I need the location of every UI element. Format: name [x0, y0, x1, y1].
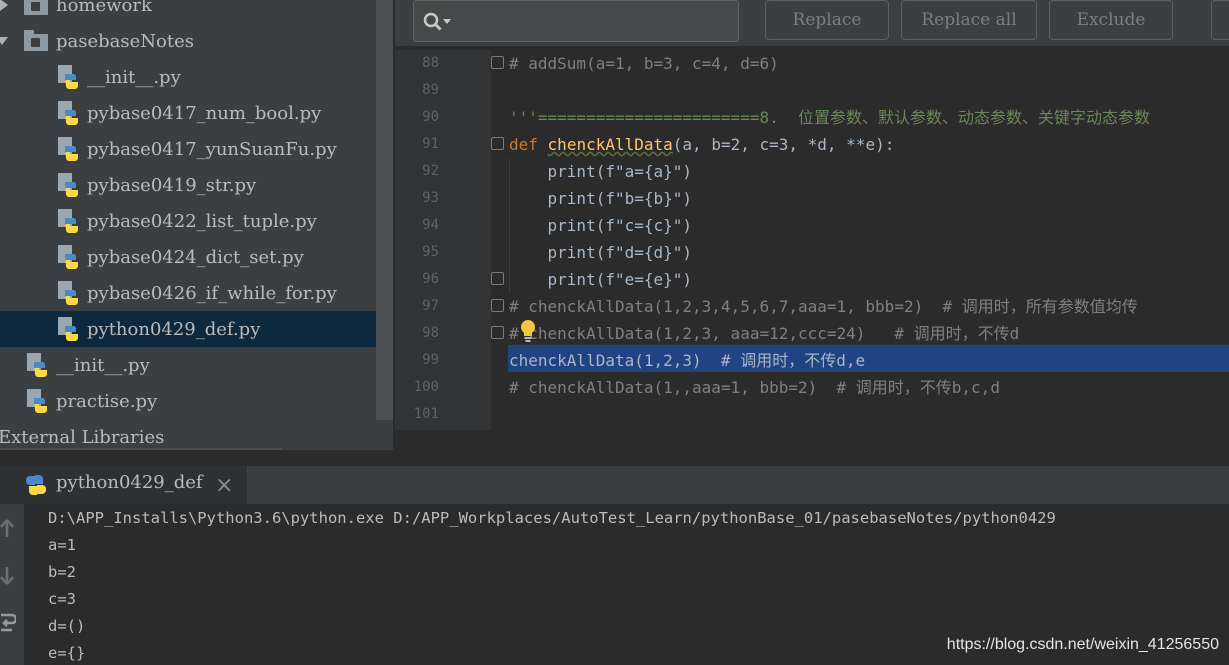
watermark-text: https://blog.csdn.net/weixin_41256550 [946, 636, 1219, 653]
tree-item-external-libraries[interactable]: External Libraries [0, 419, 376, 450]
line-number: 93 [422, 190, 439, 206]
scroll-up-icon[interactable] [0, 518, 14, 538]
python-file-icon [27, 353, 47, 377]
console-line: c=3 [48, 590, 76, 608]
expand-arrow-icon[interactable] [0, 0, 8, 11]
folder-icon [24, 30, 48, 51]
tree-item-file[interactable]: pybase0422_list_tuple.py [0, 203, 376, 239]
line-number: 89 [422, 82, 439, 98]
code-line-92[interactable]: print(f"a={a}") [509, 158, 693, 185]
console-line: a=1 [48, 536, 76, 554]
fold-marker-icon[interactable] [491, 326, 504, 339]
project-tree: homework pasebaseNotes __init__.py pybas… [0, 0, 393, 450]
code-line-97[interactable]: # chenckAllData(1,2,3,4,5,6,7,aaa=1, bbb… [509, 293, 1138, 320]
code-line-90[interactable]: '''=======================8. 位置参数、默认参数、动… [509, 104, 1150, 131]
fold-marker-icon[interactable] [491, 137, 504, 150]
collapse-arrow-icon[interactable] [0, 37, 8, 45]
console-line: e={} [48, 644, 86, 662]
fold-marker-icon[interactable] [491, 299, 504, 312]
line-number: 97 [422, 298, 439, 314]
line-number: 92 [422, 163, 439, 179]
soft-wrap-icon[interactable] [0, 612, 16, 636]
tree-item-pasebasenotes[interactable]: pasebaseNotes [0, 23, 376, 59]
line-number: 99 [422, 352, 439, 368]
line-number: 94 [422, 217, 439, 233]
run-panel-header: python0429_def × [0, 466, 1229, 504]
lightbulb-icon[interactable] [519, 319, 537, 343]
replace-all-button[interactable]: Replace all [901, 0, 1037, 40]
tree-horizontal-scrollbar[interactable] [0, 448, 282, 450]
function-name: chenckAllData [547, 135, 673, 154]
python-file-icon [58, 209, 78, 233]
tree-item-file[interactable]: pybase0426_if_while_for.py [0, 275, 376, 311]
replace-button[interactable]: Replace [765, 0, 889, 40]
tree-item-file[interactable]: pybase0417_yunSuanFu.py [0, 131, 376, 167]
code-line-93[interactable]: print(f"b={b}") [509, 185, 693, 212]
code-line-95[interactable]: print(f"d={d}") [509, 239, 693, 266]
line-number: 100 [413, 379, 439, 395]
python-run-icon [26, 475, 46, 495]
code-line-100[interactable]: # chenckAllData(1,,aaa=1, bbb=2) # 调用时，不… [509, 374, 1000, 401]
exclude-button[interactable]: Exclude [1049, 0, 1173, 40]
keyword-def: def [509, 135, 538, 154]
python-file-icon [58, 245, 78, 269]
find-replace-bar: Replace Replace all Exclude [395, 0, 1229, 46]
folder-icon [24, 0, 48, 15]
line-number: 101 [413, 406, 439, 422]
code-editor[interactable]: Replace Replace all Exclude 88 89 90 91 … [395, 0, 1229, 466]
find-options-button[interactable] [1211, 0, 1229, 40]
run-tab[interactable]: python0429_def × [0, 466, 247, 504]
console-line: d=() [48, 617, 86, 635]
search-icon[interactable] [422, 11, 452, 33]
python-file-icon [58, 137, 78, 161]
tree-item-file[interactable]: __init__.py [0, 347, 376, 383]
tree-item-file[interactable]: pybase0424_dict_set.py [0, 239, 376, 275]
code-line-91[interactable]: def chenckAllData(a, b=2, c=3, *d, **e): [509, 131, 894, 158]
line-number: 98 [422, 325, 439, 341]
run-toolbar [0, 504, 24, 665]
tree-item-homework[interactable]: homework [0, 0, 376, 23]
code-line-98[interactable]: # chenckAllData(1,2,3, aaa=12,ccc=24) # … [509, 320, 1019, 347]
tree-item-file[interactable]: __init__.py [0, 59, 376, 95]
console-line: b=2 [48, 563, 76, 581]
close-tab-icon[interactable]: × [215, 473, 233, 498]
scroll-down-icon[interactable] [0, 566, 14, 586]
code-line-99[interactable]: chenckAllData(1,2,3) # 调用时，不传d,e [509, 347, 865, 374]
fold-marker-icon[interactable] [491, 56, 504, 69]
run-tab-label: python0429_def [56, 472, 203, 493]
search-input[interactable] [413, 0, 739, 42]
python-file-icon [58, 281, 78, 305]
line-number: 95 [422, 244, 439, 260]
code-line-94[interactable]: print(f"c={c}") [509, 212, 693, 239]
tree-item-file[interactable]: pybase0419_str.py [0, 167, 376, 203]
line-number: 90 [422, 109, 439, 125]
python-file-icon [58, 65, 78, 89]
tree-item-file[interactable]: pybase0417_num_bool.py [0, 95, 376, 131]
fold-marker-icon[interactable] [491, 272, 504, 285]
code-line-96[interactable]: print(f"e={e}") [509, 266, 693, 293]
tree-vertical-scrollbar[interactable] [376, 0, 393, 420]
tree-item-file-selected[interactable]: python0429_def.py [0, 311, 376, 347]
line-number: 96 [422, 271, 439, 287]
console-line: D:\APP_Installs\Python3.6\python.exe D:/… [48, 509, 1056, 527]
tree-item-file[interactable]: practise.py [0, 383, 376, 419]
python-file-icon [58, 101, 78, 125]
python-file-icon [27, 389, 47, 413]
python-file-icon [58, 173, 78, 197]
line-number: 88 [422, 55, 439, 71]
function-params: (a, b=2, c=3, *d, **e): [672, 135, 895, 154]
code-line-88[interactable]: # addSum(a=1, b=3, c=4, d=6) [509, 50, 779, 77]
python-file-icon [58, 317, 78, 341]
line-number: 91 [422, 136, 439, 152]
